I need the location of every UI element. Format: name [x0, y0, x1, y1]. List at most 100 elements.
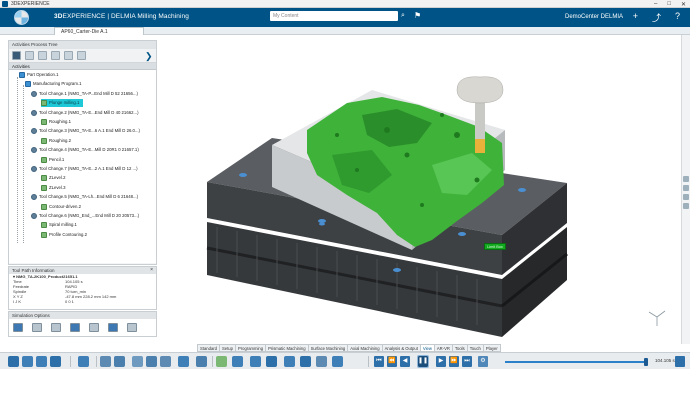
section-tab[interactable]: Prismatic Machining — [265, 344, 308, 352]
comparison-icon[interactable] — [89, 323, 99, 332]
section-tab[interactable]: Axial Machining — [347, 344, 382, 352]
compass-icon[interactable] — [14, 10, 29, 25]
section-tab[interactable]: Setup — [219, 344, 235, 352]
side-toolbar-icon[interactable] — [683, 194, 689, 200]
tree-item[interactable]: Tool Change.5 (NMG_TA-Lh...End Mill D 6 … — [31, 193, 138, 201]
close-button[interactable]: ✕ — [681, 1, 686, 8]
tool-display-icon[interactable] — [13, 323, 23, 332]
section-tab[interactable]: Programming — [234, 344, 266, 352]
section-tab[interactable]: Surface Machining — [307, 344, 348, 352]
tree-item[interactable]: Tool Change.7 (NMG_TA-E...2 A.1 End Mill… — [31, 165, 138, 173]
tree-item-label: Tool Change.6 (NMG_End_...End Mill D 20 … — [39, 213, 140, 218]
material-icon[interactable] — [284, 356, 295, 367]
step-back-button[interactable]: ⏪ — [387, 356, 397, 367]
go-to-end-button[interactable]: ⏭ — [462, 356, 472, 367]
simulate-icon[interactable] — [250, 356, 261, 367]
search-icon[interactable]: ⌕ — [401, 12, 412, 22]
zoom-icon[interactable] — [100, 356, 111, 367]
section-tab[interactable]: AR-VR — [433, 344, 452, 352]
section-tab[interactable]: View — [419, 344, 434, 352]
tree-view-icon[interactable] — [12, 51, 21, 60]
speed-icon[interactable] — [675, 356, 685, 367]
step-forward-button[interactable]: ⏩ — [449, 356, 459, 367]
expand-icon[interactable] — [38, 51, 47, 60]
3d-viewport[interactable]: Limit Box — [157, 35, 681, 344]
collaborative-space[interactable]: DemoCenter DELMIA — [565, 14, 623, 20]
settings-icon[interactable] — [64, 51, 73, 60]
milling-activity-icon — [41, 175, 47, 182]
export-icon[interactable] — [77, 51, 86, 60]
section-tab[interactable]: Touch — [466, 344, 483, 352]
report-icon[interactable] — [332, 356, 343, 367]
settings-gear-icon[interactable]: ⚙ — [478, 356, 488, 367]
tree-item[interactable]: Part Operation.1 — [19, 71, 59, 79]
minimize-button[interactable]: – — [654, 1, 657, 7]
measure-icon[interactable] — [78, 356, 89, 367]
material-removal-icon[interactable] — [32, 323, 42, 332]
tag-icon[interactable]: ⚑ — [414, 11, 421, 20]
view-cube-icon[interactable] — [114, 356, 125, 367]
go-to-start-button[interactable]: ⏮ — [374, 356, 384, 367]
share-icon[interactable]: ⤴ — [652, 11, 661, 24]
tree-item[interactable]: Roughing.1 — [41, 118, 71, 126]
tree-item-label: Roughing.1 — [49, 119, 71, 124]
tree-item-selected[interactable]: Plunge milling.1 — [41, 99, 84, 108]
tree-item[interactable]: Spiral milling.1 — [41, 221, 77, 229]
close-icon[interactable]: × — [150, 267, 153, 273]
paste-icon[interactable] — [36, 356, 47, 367]
tree-item[interactable]: ZLevel.3 — [41, 184, 65, 192]
tree-item[interactable]: Manufacturing Program.1 — [25, 80, 81, 88]
tree-item[interactable]: Tool Change.1 (NMG_TA-P...End Mill D 52 … — [31, 90, 138, 98]
side-toolbar-icon[interactable] — [683, 203, 689, 209]
section-tab[interactable]: Standard — [197, 344, 219, 352]
tree-item[interactable]: Tool Change.3 (NMG_TA-E...6 A.1 End Mill… — [31, 127, 140, 135]
play-button[interactable]: ▶ — [436, 356, 446, 367]
tree-item[interactable]: Roughing.2 — [41, 137, 71, 145]
rotate-icon[interactable] — [146, 356, 157, 367]
more-options-icon[interactable] — [127, 323, 137, 332]
machine-icon[interactable] — [300, 356, 311, 367]
tree-item[interactable]: Tool Change.2 (NMG_TA-E...End Mill D 40 … — [31, 109, 139, 117]
replay-icon[interactable] — [232, 356, 243, 367]
search-input[interactable]: My Content — [270, 11, 398, 21]
progress-slider-knob[interactable] — [644, 358, 648, 366]
undo-icon[interactable] — [50, 356, 61, 367]
analysis-icon[interactable] — [108, 323, 118, 332]
side-toolbar-icon[interactable] — [683, 185, 689, 191]
maximize-button[interactable]: □ — [667, 1, 671, 7]
previous-button[interactable]: ◀ — [400, 356, 410, 367]
render-style-icon[interactable] — [178, 356, 189, 367]
filter-icon[interactable] — [25, 51, 34, 60]
fit-all-icon[interactable] — [160, 356, 171, 367]
view-compass-icon[interactable] — [648, 310, 666, 326]
tool-path-icon[interactable] — [216, 356, 227, 367]
pan-icon[interactable] — [132, 356, 143, 367]
section-tab[interactable]: Analysis & Output — [381, 344, 420, 352]
tree-item[interactable]: Contour-driven.2 — [41, 203, 81, 211]
collapse-icon[interactable] — [51, 51, 60, 60]
tree-item[interactable]: Tool Change.6 (NMG_End_...End Mill D 20 … — [31, 212, 139, 220]
chevron-right-icon[interactable]: ❯ — [145, 51, 153, 61]
side-toolbar-icon[interactable] — [683, 176, 689, 182]
cut-icon[interactable] — [8, 356, 19, 367]
tree-item[interactable]: Profile Contouring.2 — [41, 231, 87, 239]
section-tabs: Standard Setup Programming Prismatic Machin… — [197, 344, 501, 352]
progress-slider-track[interactable] — [505, 361, 648, 363]
pause-button[interactable]: ❚❚ — [417, 355, 429, 368]
section-tab[interactable]: Player — [482, 344, 501, 352]
plus-icon[interactable]: + — [633, 11, 638, 24]
help-icon[interactable]: ? — [675, 11, 680, 24]
tree-item[interactable]: ZLevel.2 — [41, 174, 65, 182]
path-display-icon[interactable] — [51, 323, 61, 332]
tree-item[interactable]: Tool Change.4 (NMG_TA-E...Mill D 20R1 0 … — [31, 146, 139, 154]
hide-show-icon[interactable] — [196, 356, 207, 367]
compare-icon[interactable] — [316, 356, 327, 367]
document-tab[interactable]: AP60_Carter-Die A.1 — [54, 27, 144, 35]
collision-icon[interactable] — [70, 323, 80, 332]
info-key: I J K — [13, 299, 22, 304]
section-tab[interactable]: Tools — [451, 344, 467, 352]
tool-path-info-panel: Tool Path Information × ▾ NMG_TA-2K100_P… — [8, 266, 157, 310]
video-icon[interactable] — [266, 356, 277, 367]
tree-item[interactable]: Pencil.1 — [41, 156, 64, 164]
copy-icon[interactable] — [22, 356, 33, 367]
